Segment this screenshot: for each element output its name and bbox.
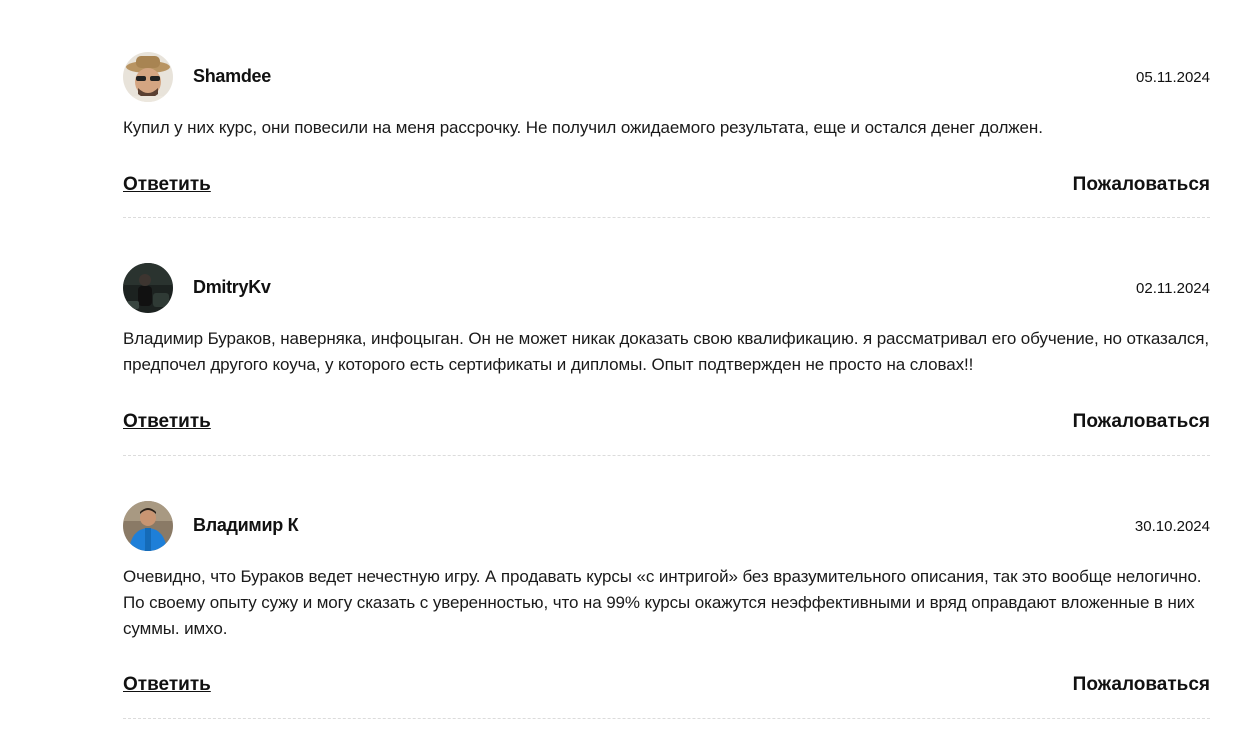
comment-item: DmitryKv 02.11.2024 Владимир Бураков, на… <box>123 263 1210 441</box>
comment-actions: Ответить Пожаловаться <box>123 174 1210 204</box>
comment-text: Купил у них курс, они повесили на меня р… <box>123 118 1043 137</box>
report-link[interactable]: Пожаловаться <box>1073 174 1210 196</box>
avatar[interactable] <box>123 263 173 313</box>
comment-text: Владимир Бураков, наверняка, инфоцыган. … <box>123 329 1210 374</box>
comment-header: Владимир К 30.10.2024 <box>123 501 1210 553</box>
avatar-man-with-hat-icon <box>123 52 173 102</box>
reply-link[interactable]: Ответить <box>123 411 211 433</box>
comment-date: 05.11.2024 <box>1136 69 1210 86</box>
comment-author: DmitryKv <box>193 277 271 297</box>
comment-item: Владимир К 30.10.2024 Очевидно, что Бура… <box>123 501 1210 704</box>
comment-header: DmitryKv 02.11.2024 <box>123 263 1210 315</box>
comment-actions: Ответить Пожаловаться <box>123 411 1210 441</box>
report-link[interactable]: Пожаловаться <box>1073 674 1210 696</box>
reply-link[interactable]: Ответить <box>123 174 211 196</box>
avatar[interactable] <box>123 52 173 102</box>
comment-date: 30.10.2024 <box>1134 518 1210 535</box>
comment-header: Shamdee 05.11.2024 <box>123 52 1210 104</box>
report-link[interactable]: Пожаловаться <box>1073 411 1210 433</box>
avatar-man-blue-jacket-icon <box>123 501 173 551</box>
comment-author: Владимир К <box>193 515 299 535</box>
comment-item: Shamdee 05.11.2024 Купил у них курс, они… <box>123 52 1210 204</box>
comment-author: Shamdee <box>193 66 271 86</box>
comment-actions: Ответить Пожаловаться <box>123 674 1210 704</box>
comment-date: 02.11.2024 <box>1136 280 1210 297</box>
comment-divider <box>123 718 1210 719</box>
reply-link[interactable]: Ответить <box>123 674 211 696</box>
comment-divider <box>123 455 1210 456</box>
comment-divider <box>123 217 1210 218</box>
avatar[interactable] <box>123 501 173 551</box>
comment-text: Очевидно, что Бураков ведет нечестную иг… <box>123 567 1202 638</box>
avatar-dark-photo-icon <box>123 263 173 313</box>
